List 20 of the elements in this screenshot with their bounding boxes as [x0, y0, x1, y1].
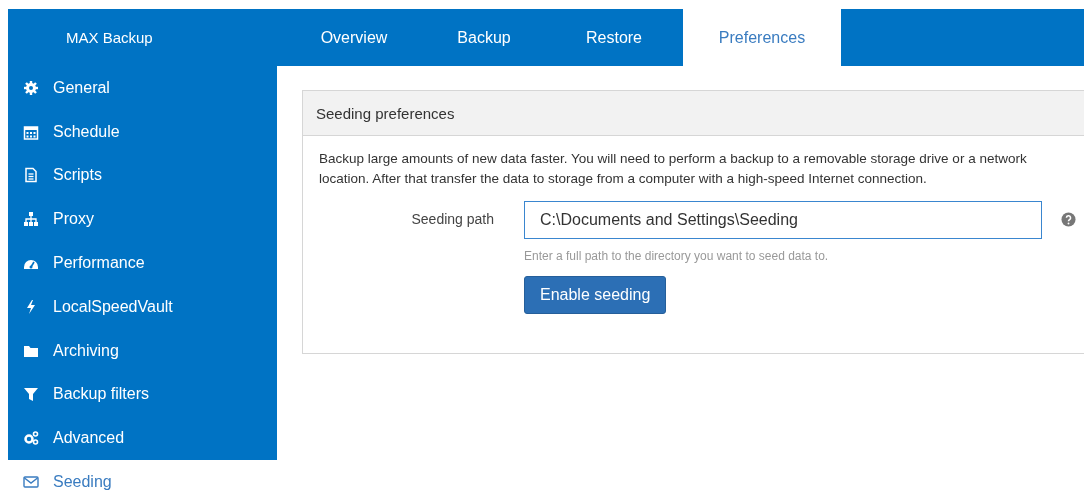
panel-title: Seeding preferences: [303, 91, 1084, 136]
calendar-icon: [23, 123, 39, 140]
gears-icon: [23, 430, 39, 447]
path-input-field[interactable]: C:\Documents and Settings\Seeding: [524, 201, 1042, 239]
sidebar-item[interactable]: Seeding: [8, 460, 277, 504]
tab[interactable]: Backup: [419, 9, 549, 66]
help-icon[interactable]: [1061, 212, 1076, 227]
filter-icon: [23, 386, 39, 403]
tab[interactable]: Preferences: [683, 9, 841, 66]
document-icon: [23, 167, 39, 184]
field-label: Seeding path: [410, 210, 494, 227]
tab[interactable]: Restore: [549, 9, 679, 66]
sitemap-icon: [23, 211, 39, 228]
description-text: Backup large amounts of new data faster. You will need to perform a backup to a removable storage drive or a network location. After that transfer the data to storage from a computer with a high-speed Internet connection.: [319, 150, 1028, 188]
enable-seeding-button[interactable]: Enable seeding: [524, 276, 667, 314]
gear-icon: [23, 79, 39, 96]
hint-text: Enter a full path to the directory you want to seed data to.: [524, 249, 829, 263]
envelope-icon: [23, 474, 39, 491]
tab[interactable]: Overview: [289, 9, 419, 66]
app-title: MAX Backup: [66, 29, 153, 46]
